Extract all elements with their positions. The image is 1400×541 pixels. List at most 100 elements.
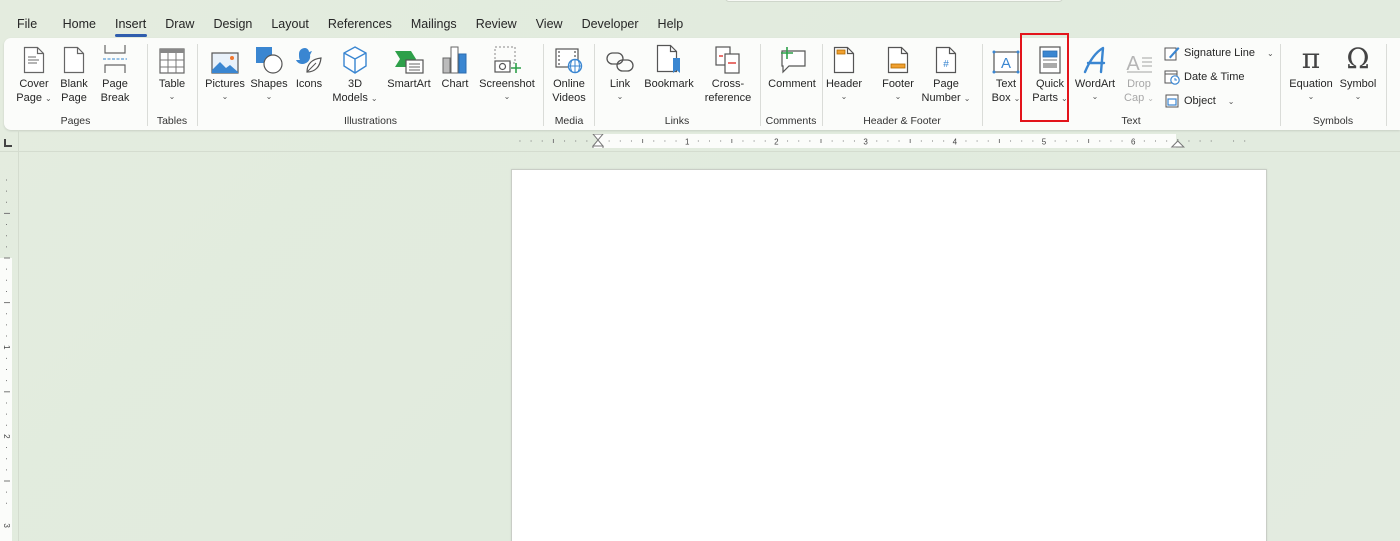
- date-time-icon: [1164, 70, 1180, 85]
- link-icon: [606, 52, 634, 72]
- group-tables: Table ⌄ Tables: [148, 38, 196, 130]
- bookmark-icon: [656, 44, 680, 73]
- ruler-number: 1: [2, 345, 11, 350]
- tab-insert[interactable]: Insert: [106, 14, 156, 37]
- group-label-illustrations: Illustrations: [343, 115, 398, 127]
- chevron-down-icon: ⌄: [894, 92, 902, 101]
- ruler-number: 2: [2, 434, 11, 439]
- tab-draw[interactable]: Draw: [156, 14, 204, 36]
- svg-text:#: #: [943, 59, 949, 70]
- tab-mailings[interactable]: Mailings: [401, 14, 466, 36]
- group-label-comments: Comments: [765, 115, 817, 127]
- search-box[interactable]: [725, 0, 1063, 2]
- page-number-icon: #: [935, 46, 957, 74]
- tab-stop-selector[interactable]: [4, 139, 12, 147]
- chevron-down-icon: ⌄: [1091, 92, 1099, 101]
- cover-page-button[interactable]: Cover Page ⌄: [14, 42, 54, 114]
- horizontal-ruler[interactable]: 1 2 3 4 5 6: [509, 134, 1261, 148]
- ruler-number: 6: [1131, 138, 1136, 147]
- chevron-down-icon: ⌄: [503, 92, 511, 101]
- date-time-button[interactable]: Date & Time: [1164, 66, 1245, 88]
- cross-reference-icon: [715, 46, 740, 74]
- ribbon: Cover Page ⌄ Blank Page Page Break Pages…: [4, 38, 1400, 130]
- wordart-icon: [1083, 46, 1106, 74]
- smartart-icon: [395, 51, 424, 74]
- shapes-button[interactable]: Shapes ⌄: [250, 42, 288, 114]
- ruler-number: 1: [685, 138, 690, 147]
- chevron-down-icon: ⌄: [370, 94, 378, 103]
- signature-line-button[interactable]: Signature Line ⌄: [1164, 42, 1274, 64]
- signature-line-icon: [1164, 47, 1180, 61]
- group-links: Link ⌄ Bookmark Cross- reference Links: [595, 38, 759, 130]
- smartart-button[interactable]: SmartArt: [384, 42, 434, 114]
- text-box-icon: A: [992, 50, 1020, 74]
- group-label-symbols: Symbols: [1312, 115, 1354, 127]
- link-button[interactable]: Link ⌄: [603, 42, 637, 114]
- tab-view[interactable]: View: [526, 14, 572, 36]
- chevron-down-icon: ⌄: [1354, 92, 1362, 101]
- vertical-ruler-divider: [18, 130, 19, 541]
- left-indent-marker: [591, 134, 605, 147]
- quick-parts-highlight: [1020, 33, 1069, 122]
- tab-review[interactable]: Review: [466, 14, 526, 36]
- tab-help[interactable]: Help: [648, 14, 693, 36]
- online-videos-icon: [555, 48, 583, 74]
- shapes-icon: [256, 47, 283, 74]
- table-button[interactable]: Table ⌄: [153, 42, 191, 114]
- blank-page-icon: [63, 46, 85, 74]
- blank-page-button[interactable]: Blank Page: [56, 42, 92, 114]
- chevron-down-icon[interactable]: ⌄: [1228, 97, 1235, 106]
- group-header-footer: Header ⌄ Footer ⌄ # Page Number ⌄ Header…: [823, 38, 981, 130]
- ribbon-tabs: File Home Insert Draw Design Layout Refe…: [0, 14, 693, 37]
- icons-button[interactable]: Icons: [292, 42, 326, 114]
- tab-design[interactable]: Design: [204, 14, 262, 36]
- tab-home[interactable]: Home: [53, 14, 105, 36]
- chevron-down-icon: ⌄: [1307, 92, 1315, 101]
- drop-cap-button[interactable]: A Drop Cap ⌄: [1119, 42, 1159, 114]
- chart-button[interactable]: Chart: [438, 42, 472, 114]
- page-break-button[interactable]: Page Break: [96, 42, 134, 114]
- right-indent-marker: [1170, 140, 1186, 148]
- cover-page-icon: [23, 46, 45, 74]
- tab-file[interactable]: File: [0, 14, 53, 36]
- group-pages: Cover Page ⌄ Blank Page Page Break Pages: [4, 38, 147, 130]
- group-label-tables: Tables: [156, 115, 188, 127]
- svg-text:A: A: [1126, 53, 1140, 74]
- pictures-button[interactable]: Pictures ⌄: [204, 42, 246, 114]
- equation-icon: π: [1301, 42, 1321, 75]
- bookmark-button[interactable]: Bookmark: [641, 42, 697, 114]
- ruler-number: 3: [2, 523, 11, 528]
- symbol-button[interactable]: Ω Symbol ⌄: [1337, 42, 1379, 114]
- group-label-header-footer: Header & Footer: [863, 115, 941, 127]
- tab-developer[interactable]: Developer: [572, 14, 648, 36]
- group-label-media: Media: [554, 115, 584, 127]
- chevron-down-icon[interactable]: ⌄: [1267, 49, 1274, 58]
- tab-layout[interactable]: Layout: [262, 14, 319, 36]
- chevron-down-icon: ⌄: [45, 94, 52, 103]
- left-indent-box: [592, 145, 604, 148]
- ruler-number: 3: [863, 138, 868, 147]
- 3d-models-button[interactable]: 3D Models ⌄: [330, 42, 380, 114]
- document-page[interactable]: [511, 169, 1267, 541]
- footer-button[interactable]: Footer ⌄: [879, 42, 917, 114]
- tab-references[interactable]: References: [318, 14, 401, 36]
- equation-button[interactable]: π Equation ⌄: [1287, 42, 1335, 114]
- ruler-number: 2: [774, 138, 779, 147]
- group-illustrations: Pictures ⌄ Shapes ⌄ Icons 3D Models ⌄ Sm…: [198, 38, 543, 130]
- page-number-button[interactable]: # Page Number ⌄: [919, 42, 973, 114]
- chart-icon: [442, 46, 467, 74]
- page-break-icon: [103, 45, 127, 73]
- comment-button[interactable]: Comment: [764, 42, 820, 114]
- online-videos-button[interactable]: Online Videos: [548, 42, 590, 114]
- pictures-icon: [211, 52, 239, 74]
- group-media: Online Videos Media: [544, 38, 594, 130]
- group-comments: Comment Comments: [761, 38, 821, 130]
- screenshot-button[interactable]: Screenshot ⌄: [476, 42, 538, 114]
- cross-reference-button[interactable]: Cross- reference: [701, 42, 755, 114]
- header-button[interactable]: Header ⌄: [823, 42, 865, 114]
- object-button[interactable]: Object ⌄: [1164, 90, 1235, 112]
- wordart-button[interactable]: WordArt ⌄: [1071, 42, 1119, 114]
- drop-cap-icon: A: [1126, 53, 1152, 74]
- ruler-number: 5: [1042, 138, 1047, 147]
- vertical-ruler[interactable]: 1 2 3: [0, 160, 14, 541]
